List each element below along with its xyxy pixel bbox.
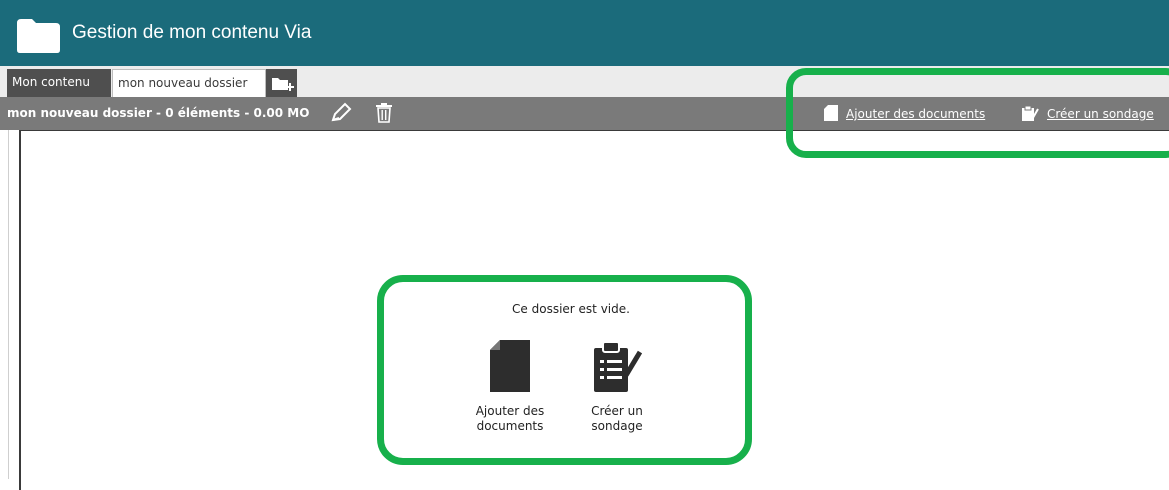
folder-icon [17,19,60,53]
folder-summary: mon nouveau dossier - 0 éléments - 0.00 … [7,106,310,120]
new-folder-icon [272,78,294,91]
trash-icon[interactable] [374,102,394,124]
new-folder-button[interactable] [266,69,297,97]
panel-divider [8,130,9,479]
pencil-icon[interactable] [329,102,353,124]
toolbar-actions-highlight [786,68,1169,158]
empty-state-highlight [377,275,752,465]
page-title: Gestion de mon contenu Via [72,22,312,43]
tab-mon-nouveau-dossier[interactable]: mon nouveau dossier [112,69,266,97]
app-header: Gestion de mon contenu Via [0,0,1169,66]
tab-mon-contenu[interactable]: Mon contenu [7,69,111,97]
